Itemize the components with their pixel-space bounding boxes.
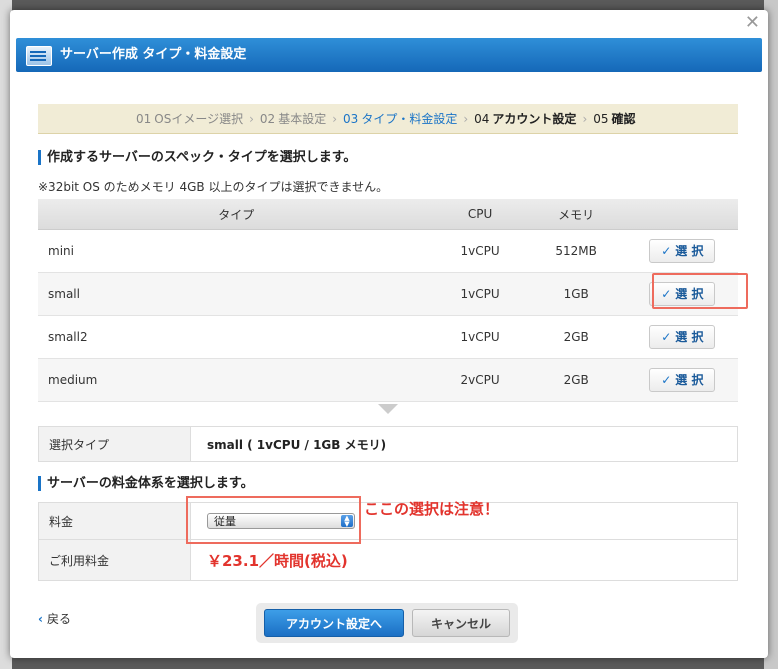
- step-5: 05 確認: [593, 112, 636, 126]
- col-type: タイプ: [38, 199, 435, 230]
- usage-fee-label: ご利用料金: [38, 539, 191, 581]
- selected-type-value: small ( 1vCPU / 1GB メモリ): [207, 437, 387, 452]
- row-type: small: [38, 272, 435, 316]
- table-row: small2 1vCPU 2GB ✓ 選 択: [38, 315, 738, 359]
- table-header: タイプ CPU メモリ: [38, 199, 738, 230]
- highlight-box-select: [652, 273, 748, 309]
- col-cpu: CPU: [434, 199, 526, 230]
- selected-type-table: 選択タイプ small ( 1vCPU / 1GB メモリ): [38, 426, 738, 462]
- col-action: [626, 199, 738, 230]
- check-icon: ✓: [661, 330, 672, 344]
- action-bar: アカウント設定へ キャンセル: [256, 603, 518, 643]
- step-progress: 01 OSイメージ選択 › 02 基本設定 › 03 タイプ・料金設定 › 04 アカウント設定 › 0…: [38, 104, 738, 134]
- table-row: mini 1vCPU 512MB ✓ 選 択: [38, 229, 738, 273]
- row-memory: 1GB: [525, 272, 627, 316]
- chevron-right-icon: ›: [249, 112, 254, 126]
- row-cpu: 1vCPU: [434, 272, 526, 316]
- spec-table: タイプ CPU メモリ mini 1vCPU 512MB ✓ 選 択 small …: [38, 199, 738, 402]
- row-cpu: 1vCPU: [434, 315, 526, 359]
- select-button-medium[interactable]: ✓ 選 択: [649, 368, 716, 392]
- step-4: 04 アカウント設定: [474, 112, 577, 126]
- step-3: 03 タイプ・料金設定: [343, 112, 458, 126]
- col-memory: メモリ: [525, 199, 627, 230]
- down-arrow-icon: [378, 404, 398, 414]
- select-button-small2[interactable]: ✓ 選 択: [649, 325, 716, 349]
- usage-fee-value: ￥23.1／時間(税込): [207, 551, 348, 570]
- server-create-dialog: ✕ サーバー作成 タイプ・料金設定 01 OSイメージ選択 › 02 基本設定 › 03 タイ…: [10, 10, 768, 658]
- back-link[interactable]: ‹ 戻る: [38, 610, 71, 627]
- check-icon: ✓: [661, 244, 672, 258]
- selected-type-label: 選択タイプ: [38, 426, 191, 462]
- check-icon: ✓: [661, 373, 672, 387]
- chevron-right-icon: ›: [332, 112, 338, 126]
- chevron-left-icon: ‹: [38, 612, 43, 626]
- chevron-right-icon: ›: [463, 112, 469, 126]
- next-button[interactable]: アカウント設定へ: [264, 609, 404, 637]
- table-row: small 1vCPU 1GB ✓ 選 択: [38, 272, 738, 316]
- row-type: mini: [38, 229, 435, 273]
- dialog-titlebar: サーバー作成 タイプ・料金設定: [16, 38, 762, 72]
- chevron-right-icon: ›: [582, 112, 588, 126]
- step-2: 02 基本設定: [259, 112, 327, 126]
- fee-section-heading: サーバーの料金体系を選択します。: [38, 476, 254, 491]
- row-cpu: 2vCPU: [434, 358, 526, 402]
- row-type: small2: [38, 315, 435, 359]
- table-row: medium 2vCPU 2GB ✓ 選 択: [38, 358, 738, 402]
- row-type: medium: [38, 358, 435, 402]
- server-icon: [26, 46, 52, 66]
- annotation-text: ここの選択は注意！: [364, 500, 500, 518]
- row-memory: 2GB: [525, 358, 627, 402]
- dialog-title: サーバー作成 タイプ・料金設定: [60, 47, 247, 62]
- fee-label: 料金: [38, 502, 191, 540]
- spec-section-heading: 作成するサーバーのスペック・タイプを選択します。: [38, 150, 356, 165]
- highlight-box-fee: [186, 496, 361, 544]
- row-memory: 512MB: [525, 229, 627, 273]
- cancel-button[interactable]: キャンセル: [412, 609, 510, 637]
- close-icon[interactable]: ✕: [745, 14, 760, 32]
- row-cpu: 1vCPU: [434, 229, 526, 273]
- step-1: 01 OSイメージ選択: [136, 112, 244, 126]
- spec-note: ※32bit OS のためメモリ 4GB 以上のタイプは選択できません。: [38, 180, 389, 194]
- select-button-mini[interactable]: ✓ 選 択: [649, 239, 716, 263]
- row-memory: 2GB: [525, 315, 627, 359]
